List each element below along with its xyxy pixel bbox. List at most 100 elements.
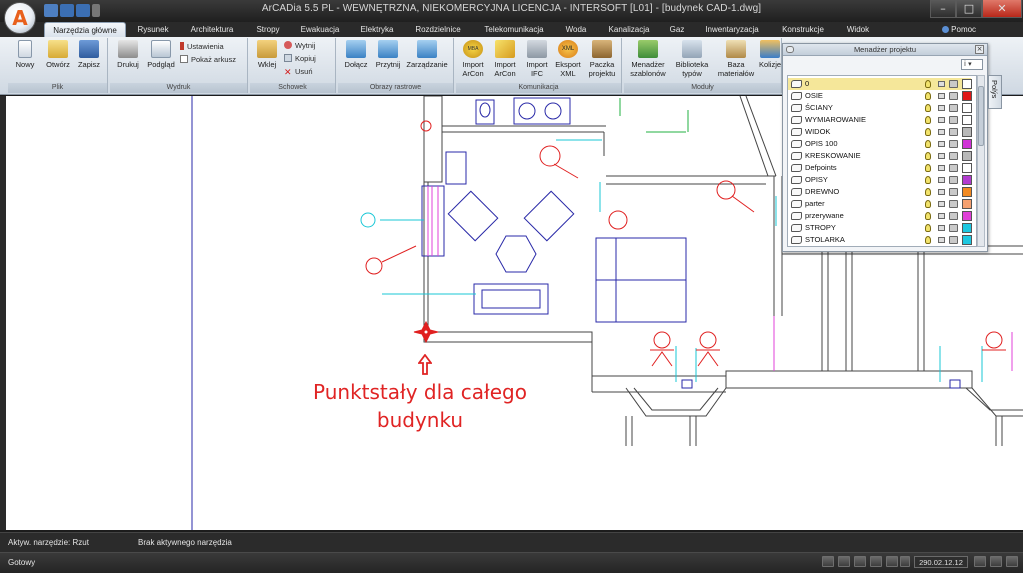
lock-icon[interactable]: [938, 105, 945, 111]
layer-row[interactable]: ŚCIANY: [788, 102, 972, 114]
scrollbar-thumb[interactable]: [978, 86, 984, 146]
visibility-bulb-icon[interactable]: [925, 164, 931, 172]
printer-icon[interactable]: [949, 116, 958, 124]
layer-color-swatch[interactable]: [962, 211, 972, 221]
tab-narzedzia-glowne[interactable]: Narzędzia główne: [44, 22, 126, 37]
tab-widok[interactable]: Widok: [840, 22, 876, 37]
visibility-bulb-icon[interactable]: [925, 92, 931, 100]
layer-row[interactable]: DREWNO: [788, 186, 972, 198]
lock-icon[interactable]: [938, 93, 945, 99]
layer-color-swatch[interactable]: [962, 235, 972, 245]
layer-color-swatch[interactable]: [962, 127, 972, 137]
visibility-bulb-icon[interactable]: [925, 188, 931, 196]
printer-icon[interactable]: [949, 140, 958, 148]
visibility-bulb-icon[interactable]: [925, 212, 931, 220]
ustawienia-button[interactable]: Ustawienia: [180, 42, 224, 52]
snap-toggle-icon[interactable]: [822, 556, 834, 567]
menadzer-szablonow-button[interactable]: Menadżer szablonów: [626, 40, 670, 78]
tab-konstrukcje[interactable]: Konstrukcje: [774, 22, 832, 37]
lock-icon[interactable]: [938, 141, 945, 147]
lock-icon[interactable]: [938, 225, 945, 231]
layer-color-swatch[interactable]: [962, 151, 972, 161]
visibility-bulb-icon[interactable]: [925, 116, 931, 124]
side-panel-tab[interactable]: Polýs: [988, 75, 1002, 109]
printer-icon[interactable]: [949, 128, 958, 136]
layer-list-scrollbar[interactable]: [977, 75, 985, 247]
nowy-button[interactable]: Nowy: [10, 40, 40, 69]
biblioteka-typow-button[interactable]: Biblioteka typów: [670, 40, 714, 78]
fullscreen-icon[interactable]: [990, 556, 1002, 567]
grid-toggle-icon[interactable]: [838, 556, 850, 567]
paczka-projektu-button[interactable]: Paczka projektu: [584, 40, 620, 78]
layer-color-swatch[interactable]: [962, 79, 972, 89]
layer-color-swatch[interactable]: [962, 187, 972, 197]
printer-icon[interactable]: [949, 236, 958, 244]
layer-row[interactable]: Defpoints: [788, 162, 972, 174]
layer-row[interactable]: parter: [788, 198, 972, 210]
visibility-bulb-icon[interactable]: [925, 128, 931, 136]
printer-icon[interactable]: [949, 80, 958, 88]
printer-icon[interactable]: [949, 212, 958, 220]
lock-icon[interactable]: [938, 177, 945, 183]
visibility-bulb-icon[interactable]: [925, 104, 931, 112]
tab-gaz[interactable]: Gaz: [664, 22, 690, 37]
printer-icon[interactable]: [949, 176, 958, 184]
layer-color-swatch[interactable]: [962, 223, 972, 233]
layer-row[interactable]: przerywane: [788, 210, 972, 222]
layer-color-swatch[interactable]: [962, 175, 972, 185]
layer-color-swatch[interactable]: [962, 115, 972, 125]
lock-icon[interactable]: [938, 117, 945, 123]
wklej-button[interactable]: Wklej: [252, 40, 282, 69]
tab-architektura[interactable]: Architektura: [182, 22, 242, 37]
lock-icon[interactable]: [938, 165, 945, 171]
settings-toggle-icon[interactable]: [900, 556, 910, 567]
window-mode-icon[interactable]: [974, 556, 986, 567]
tab-elektryka[interactable]: Elektryka: [354, 22, 400, 37]
layer-list[interactable]: 0 OSIE ŚCIANY WYMIAROWANIE WIDOK OPIS 100 KRES…: [787, 75, 977, 247]
layer-row[interactable]: WIDOK: [788, 126, 972, 138]
tab-kanalizacja[interactable]: Kanalizacja: [602, 22, 656, 37]
drukuj-button[interactable]: Drukuj: [112, 40, 144, 69]
panel-close-icon[interactable]: ×: [975, 45, 984, 54]
layer-color-swatch[interactable]: [962, 103, 972, 113]
layer-color-swatch[interactable]: [962, 139, 972, 149]
maximize-button[interactable]: □: [956, 0, 982, 18]
import-ifc-button[interactable]: Import IFC: [522, 40, 552, 78]
visibility-bulb-icon[interactable]: [925, 200, 931, 208]
lock-icon[interactable]: [938, 189, 945, 195]
layer-color-swatch[interactable]: [962, 163, 972, 173]
lock-icon[interactable]: [938, 129, 945, 135]
printer-icon[interactable]: [949, 152, 958, 160]
layer-row[interactable]: STROPY: [788, 222, 972, 234]
lock-icon[interactable]: [938, 237, 945, 243]
layer-row[interactable]: STOLARKA: [788, 234, 972, 246]
tab-woda[interactable]: Woda: [558, 22, 594, 37]
printer-icon[interactable]: [949, 200, 958, 208]
import-arcon-mba-button[interactable]: MBA Import ArCon: [458, 40, 488, 78]
layer-row[interactable]: OPISY: [788, 174, 972, 186]
model-toggle-icon[interactable]: [886, 556, 898, 567]
ortho-toggle-icon[interactable]: [854, 556, 866, 567]
layer-color-swatch[interactable]: [962, 91, 972, 101]
project-manager-header[interactable]: Menadżer projektu ×: [783, 44, 987, 56]
layer-row[interactable]: OSIE: [788, 90, 972, 102]
help-menu[interactable]: Pomoc: [936, 22, 982, 37]
tab-stropy[interactable]: Stropy: [248, 22, 288, 37]
eksport-xml-button[interactable]: XML Eksport XML: [552, 40, 584, 78]
tab-rysunek[interactable]: Rysunek: [130, 22, 176, 37]
pokaz-arkusz-checkbox[interactable]: Pokaż arkusz: [180, 55, 236, 65]
layer-row[interactable]: OPIS 100: [788, 138, 972, 150]
kolizje-button[interactable]: Kolizje: [758, 40, 782, 69]
dolacz-button[interactable]: Dołącz: [340, 40, 372, 69]
lock-icon[interactable]: [938, 213, 945, 219]
usun-button[interactable]: ✕ Usuń: [284, 67, 313, 77]
project-manager-panel[interactable]: Menadżer projektu × i ▾ 0 OSIE ŚCIANY WYMIA…: [782, 43, 988, 252]
printer-icon[interactable]: [949, 104, 958, 112]
minimize-button[interactable]: –: [930, 0, 956, 18]
layer-color-swatch[interactable]: [962, 199, 972, 209]
baza-materialow-button[interactable]: Baza materiałów: [714, 40, 758, 78]
tab-inwentaryzacja[interactable]: Inwentaryzacja: [698, 22, 766, 37]
layout-toggle-icon[interactable]: [870, 556, 882, 567]
layer-row[interactable]: 0: [788, 78, 972, 90]
printer-icon[interactable]: [949, 164, 958, 172]
